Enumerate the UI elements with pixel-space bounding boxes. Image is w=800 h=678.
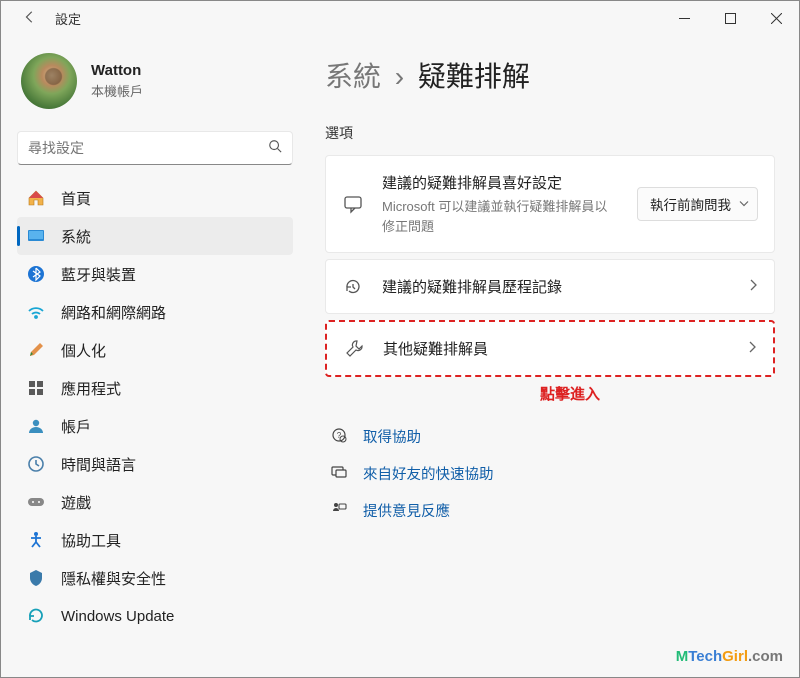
card-desc: Microsoft 可以建議並執行疑難排解員以修正問題 (382, 197, 619, 236)
breadcrumb-separator: › (395, 61, 404, 92)
nav-item-home[interactable]: 首頁 (17, 179, 293, 217)
feedback-icon (331, 501, 349, 521)
accounts-icon (27, 417, 45, 435)
card-title: 其他疑難排解員 (383, 338, 729, 359)
svg-text:?: ? (337, 431, 342, 440)
profile-block[interactable]: Watton 本機帳戶 (17, 35, 293, 127)
profile-subtitle: 本機帳戶 (91, 81, 143, 100)
nav-label: 網路和網際網路 (61, 302, 166, 323)
nav-item-accounts[interactable]: 帳戶 (17, 407, 293, 445)
link-item-quick[interactable]: 來自好友的快速協助 (325, 455, 775, 492)
wrench-icon (343, 339, 365, 359)
update-icon (27, 607, 45, 625)
link-text[interactable]: 取得協助 (363, 426, 421, 447)
quick-assist-icon (331, 464, 349, 484)
nav-label: 帳戶 (61, 416, 91, 437)
nav-label: 協助工具 (61, 530, 121, 551)
avatar (21, 53, 77, 109)
nav-label: 時間與語言 (61, 454, 136, 475)
card-title: 建議的疑難排解員歷程記錄 (382, 276, 730, 297)
chat-icon (342, 194, 364, 214)
nav-label: 遊戲 (61, 492, 91, 513)
chevron-down-icon (739, 197, 749, 212)
chevron-right-icon (748, 278, 758, 296)
history-icon (342, 277, 364, 297)
nav-item-privacy[interactable]: 隱私權與安全性 (17, 559, 293, 597)
link-item-help[interactable]: ? 取得協助 (325, 418, 775, 455)
nav-item-accessibility[interactable]: 協助工具 (17, 521, 293, 559)
nav-item-time[interactable]: 時間與語言 (17, 445, 293, 483)
nav-item-gaming[interactable]: 遊戲 (17, 483, 293, 521)
search-icon (268, 139, 282, 158)
personalization-icon (27, 341, 45, 359)
time-icon (27, 455, 45, 473)
back-button[interactable] (23, 10, 37, 27)
app-title: 設定 (55, 9, 661, 28)
chevron-right-icon (747, 340, 757, 358)
link-item-feedback[interactable]: 提供意見反應 (325, 492, 775, 529)
card-title: 建議的疑難排解員喜好設定 (382, 172, 619, 193)
home-icon (27, 189, 45, 207)
nav-item-system[interactable]: 系統 (17, 217, 293, 255)
nav-label: 系統 (61, 226, 91, 247)
section-heading: 選項 (325, 123, 775, 143)
nav-list: 首頁 系統 藍牙與裝置 網路和網際網路 個人化 應用程式 (17, 179, 293, 635)
nav-item-apps[interactable]: 應用程式 (17, 369, 293, 407)
breadcrumb-root[interactable]: 系統 (325, 61, 381, 92)
breadcrumb-leaf: 疑難排解 (418, 61, 530, 92)
titlebar: 設定 (1, 1, 799, 35)
nav-label: 個人化 (61, 340, 106, 361)
select-value: 執行前詢問我 (650, 198, 731, 213)
gaming-icon (27, 493, 45, 511)
help-links: ? 取得協助 來自好友的快速協助 提供意見反應 (325, 418, 775, 529)
content-area: 系統 › 疑難排解 選項 建議的疑難排解員喜好設定 Microsoft 可以建議… (301, 35, 799, 677)
nav-item-update[interactable]: Windows Update (17, 597, 293, 635)
sidebar: Watton 本機帳戶 首頁 系統 藍牙與裝置 (1, 35, 301, 677)
annotation-label: 點擊進入 (365, 383, 775, 404)
nav-label: 藍牙與裝置 (61, 264, 136, 285)
card-history[interactable]: 建議的疑難排解員歷程記錄 (325, 259, 775, 314)
search-input[interactable] (28, 140, 268, 156)
watermark: MTechGirl.com (676, 648, 783, 665)
nav-label: 應用程式 (61, 378, 121, 399)
nav-item-bluetooth[interactable]: 藍牙與裝置 (17, 255, 293, 293)
nav-label: Windows Update (61, 608, 174, 625)
nav-label: 隱私權與安全性 (61, 568, 166, 589)
privacy-icon (27, 569, 45, 587)
nav-item-personalization[interactable]: 個人化 (17, 331, 293, 369)
link-text[interactable]: 提供意見反應 (363, 500, 450, 521)
card-other-troubleshooters[interactable]: 其他疑難排解員 (325, 320, 775, 377)
profile-name: Watton (91, 62, 143, 79)
card-recommended-settings[interactable]: 建議的疑難排解員喜好設定 Microsoft 可以建議並執行疑難排解員以修正問題… (325, 155, 775, 253)
help-icon: ? (331, 427, 349, 447)
link-text[interactable]: 來自好友的快速協助 (363, 463, 494, 484)
recommended-select[interactable]: 執行前詢問我 (637, 187, 758, 221)
system-icon (27, 227, 45, 245)
close-button[interactable] (753, 1, 799, 35)
nav-label: 首頁 (61, 188, 91, 209)
maximize-button[interactable] (707, 1, 753, 35)
apps-icon (27, 379, 45, 397)
breadcrumb: 系統 › 疑難排解 (325, 55, 775, 95)
minimize-button[interactable] (661, 1, 707, 35)
bluetooth-icon (27, 265, 45, 283)
search-box[interactable] (17, 131, 293, 165)
network-icon (27, 303, 45, 321)
accessibility-icon (27, 531, 45, 549)
nav-item-network[interactable]: 網路和網際網路 (17, 293, 293, 331)
